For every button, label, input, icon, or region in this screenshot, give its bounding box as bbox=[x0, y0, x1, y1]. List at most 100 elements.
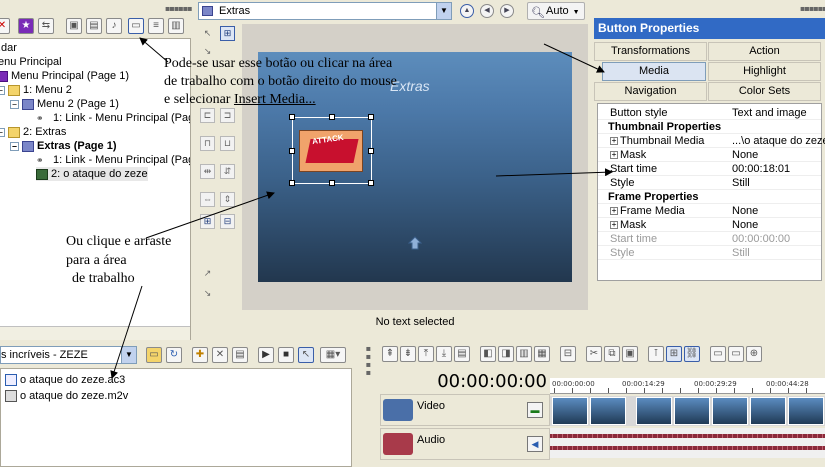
expand-icon[interactable]: + bbox=[610, 221, 618, 230]
lock-icon[interactable]: ⛓ bbox=[684, 346, 700, 362]
grid-tool-icon[interactable]: ⊞ bbox=[220, 26, 235, 41]
tab-action[interactable]: Action bbox=[708, 42, 821, 61]
align-bottom-icon[interactable]: ⊔ bbox=[220, 136, 235, 151]
expand-icon[interactable]: + bbox=[610, 207, 618, 216]
tab-highlight[interactable]: Highlight bbox=[708, 62, 821, 81]
music-icon[interactable]: ♪ bbox=[106, 18, 122, 34]
collapse-icon[interactable]: − bbox=[10, 99, 19, 109]
zoom-button[interactable]: 🔍︎ Auto ▼ bbox=[527, 2, 585, 20]
align-left-icon[interactable]: ⊏ bbox=[200, 108, 215, 123]
panel-grip-icon[interactable]: ▪▪▪▪ bbox=[364, 344, 373, 376]
collapse-icon[interactable]: − bbox=[0, 85, 5, 95]
new-menu-icon[interactable]: ★ bbox=[18, 18, 34, 34]
up-level-icon[interactable]: ▲ bbox=[460, 4, 474, 18]
space-horizontal-icon[interactable]: ⇹ bbox=[200, 164, 215, 179]
tree-item[interactable]: ⚭1: Link - Menu Principal (Page 1) bbox=[36, 153, 190, 167]
copy-icon[interactable]: ⧉ bbox=[604, 346, 620, 362]
tree-item[interactable]: 2: o ataque do zeze bbox=[36, 167, 148, 181]
insert-page-icon[interactable]: ▣ bbox=[66, 18, 82, 34]
tree-item[interactable]: Menu Principal (Page 1) bbox=[0, 69, 129, 83]
property-row[interactable]: Button style Text and image bbox=[598, 106, 821, 120]
property-row[interactable]: Style Still bbox=[598, 176, 821, 190]
insert-track-icon[interactable]: ▤ bbox=[454, 346, 470, 362]
time-ruler[interactable]: 00:00:00:00 00:00:14:29 00:00:29:29 00:0… bbox=[550, 378, 825, 394]
property-row[interactable]: + Mask None bbox=[598, 218, 821, 232]
copy-page-icon[interactable]: ▤ bbox=[86, 18, 102, 34]
video-clip[interactable] bbox=[674, 397, 710, 425]
center-horizontal-icon[interactable]: ⇔ bbox=[200, 192, 215, 207]
views-icon[interactable]: ▦▾ bbox=[320, 347, 346, 363]
refresh-icon[interactable]: ↻ bbox=[166, 347, 182, 363]
align-center-icon[interactable]: ⊐ bbox=[220, 108, 235, 123]
video-clip[interactable] bbox=[750, 397, 786, 425]
tab-media[interactable]: Media bbox=[602, 62, 706, 81]
track-top-icon[interactable]: ⤒ bbox=[418, 346, 434, 362]
paste-icon[interactable]: ▣ bbox=[622, 346, 638, 362]
resize-handle[interactable] bbox=[368, 148, 374, 154]
video-clip[interactable] bbox=[552, 397, 588, 425]
tree-item[interactable]: − Menu 2 (Page 1) bbox=[10, 97, 119, 111]
video-clip[interactable] bbox=[788, 397, 824, 425]
zoom-fit-icon[interactable]: ⊕ bbox=[746, 346, 762, 362]
expand-icon[interactable]: + bbox=[610, 137, 618, 146]
stop-icon[interactable]: ■ bbox=[278, 347, 294, 363]
tab-navigation[interactable]: Navigation bbox=[594, 82, 707, 101]
tree-item[interactable]: enu Principal bbox=[0, 55, 62, 69]
space-vertical-icon[interactable]: ⇵ bbox=[220, 164, 235, 179]
home-button-icon[interactable] bbox=[408, 236, 422, 250]
tree-item[interactable]: −1: Menu 2 bbox=[0, 83, 72, 97]
track-down-icon[interactable]: ⇟ bbox=[400, 346, 416, 362]
import-media-icon[interactable]: ✚ bbox=[192, 347, 208, 363]
properties-icon[interactable]: ▥ bbox=[168, 18, 184, 34]
property-row[interactable]: + Mask None bbox=[598, 148, 821, 162]
close-icon[interactable]: ✕ bbox=[0, 18, 10, 34]
zoom-in-icon[interactable]: ▭ bbox=[710, 346, 726, 362]
media-folder-select[interactable]: s incríveis - ZEZE ▼ bbox=[0, 346, 137, 364]
chevron-down-icon[interactable]: ▼ bbox=[121, 347, 136, 363]
tree-scrollbar[interactable] bbox=[0, 326, 190, 340]
resize-handle[interactable] bbox=[329, 114, 335, 120]
delete-icon[interactable]: ✕ bbox=[212, 347, 228, 363]
tree-item[interactable]: ⚭1: Link - Menu Principal (Page 1) bbox=[36, 111, 190, 125]
resize-handle[interactable] bbox=[368, 114, 374, 120]
resize-handle[interactable] bbox=[289, 180, 295, 186]
properties-icon[interactable]: ▤ bbox=[232, 347, 248, 363]
play-icon[interactable]: ▶ bbox=[258, 347, 274, 363]
expand-icon[interactable]: + bbox=[610, 151, 618, 160]
list-item[interactable]: o ataque do zeze.ac3 bbox=[5, 373, 125, 387]
panel-grip-icon[interactable]: ▪▪▪▪▪▪ bbox=[165, 4, 193, 13]
move-icon[interactable]: ↗ bbox=[200, 266, 215, 281]
marker-icon[interactable]: ◧ bbox=[480, 346, 496, 362]
back-icon[interactable]: ◀ bbox=[480, 4, 494, 18]
resize-handle[interactable] bbox=[329, 180, 335, 186]
resize-icon[interactable]: ↘ bbox=[200, 286, 215, 301]
speaker-icon[interactable]: ◀ bbox=[527, 436, 543, 452]
add-link-icon[interactable]: ⇆ bbox=[38, 18, 54, 34]
video-clip[interactable] bbox=[636, 397, 672, 425]
list-item[interactable]: o ataque do zeze.m2v bbox=[5, 389, 128, 403]
video-track-lane[interactable] bbox=[550, 396, 825, 426]
center-vertical-icon[interactable]: ⇕ bbox=[220, 192, 235, 207]
resize-handle[interactable] bbox=[289, 148, 295, 154]
video-clip[interactable] bbox=[712, 397, 748, 425]
resize-handle[interactable] bbox=[368, 180, 374, 186]
video-toggle-icon[interactable]: ▬ bbox=[527, 402, 543, 418]
resize-handle[interactable] bbox=[289, 114, 295, 120]
collapse-icon[interactable]: − bbox=[0, 127, 5, 137]
panel-grip-icon[interactable]: ▪▪▪▪▪▪ bbox=[800, 4, 825, 13]
chapter-icon[interactable]: ◨ bbox=[498, 346, 514, 362]
page-select[interactable]: Extras ▼ bbox=[198, 2, 452, 20]
folder-open-icon[interactable]: ▭ bbox=[146, 347, 162, 363]
region-icon[interactable]: ▥ bbox=[516, 346, 532, 362]
track-bottom-icon[interactable]: ⤓ bbox=[436, 346, 452, 362]
property-row[interactable]: Start time 00:00:18:01 bbox=[598, 162, 821, 176]
video-track-header[interactable]: Video ▬ bbox=[380, 394, 550, 426]
video-clip[interactable] bbox=[590, 397, 626, 425]
auto-preview-icon[interactable]: ↖ bbox=[298, 347, 314, 363]
property-row[interactable]: + Frame Media None bbox=[598, 204, 821, 218]
distribute-h-icon[interactable]: ⊞ bbox=[200, 214, 215, 229]
forward-icon[interactable]: ▶ bbox=[500, 4, 514, 18]
ripple-icon[interactable]: ⊞ bbox=[666, 346, 682, 362]
tree-item[interactable]: .dar bbox=[0, 41, 17, 55]
zoom-out-icon[interactable]: ▭ bbox=[728, 346, 744, 362]
